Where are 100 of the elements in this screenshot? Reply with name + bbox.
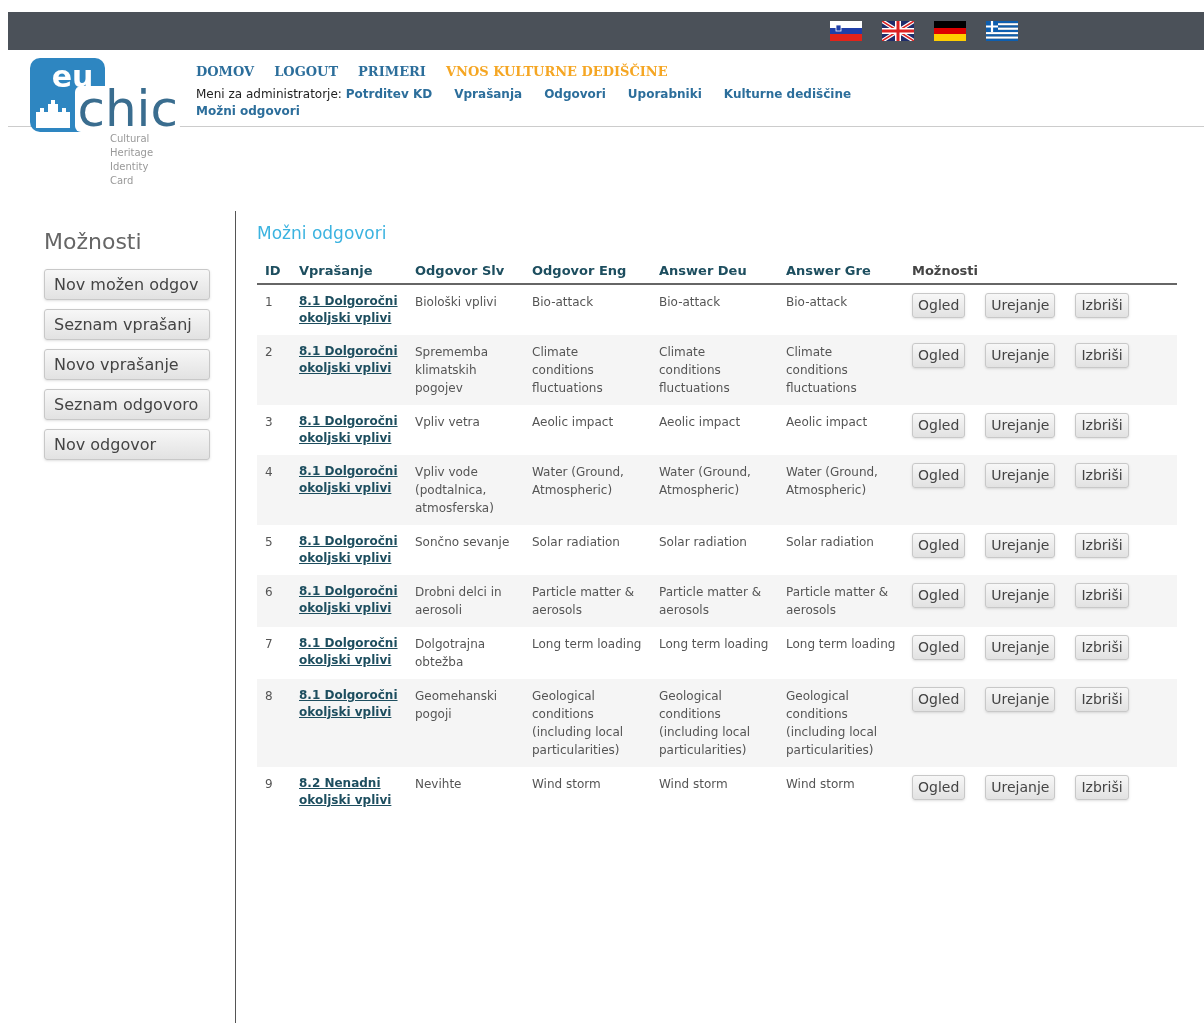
action-button[interactable]: Urejanje <box>985 342 1056 368</box>
action-button[interactable]: Urejanje <box>985 774 1056 800</box>
table-cell-text: Wind storm <box>659 775 729 793</box>
sidebar-button[interactable]: Nov možen odgov <box>44 269 210 300</box>
table-cell-text: Solar radiation <box>659 533 748 551</box>
table-cell-text: Biološki vplivi <box>415 293 498 311</box>
table-cell: 1 <box>257 283 291 335</box>
action-button[interactable]: Urejanje <box>985 582 1056 608</box>
action-button[interactable]: Urejanje <box>985 462 1056 488</box>
table-cell-text: Geomehanski pogoji <box>415 687 499 723</box>
table-cell-text: Aeolic impact <box>659 413 742 431</box>
column-header: Odgovor Eng <box>524 258 651 284</box>
admin-menu-link[interactable]: Možni odgovori <box>196 102 300 120</box>
table-cell-text: Particle matter & aerosols <box>786 583 890 619</box>
column-header: ID <box>257 258 291 284</box>
table-cell-text: Geological conditions (including local particularities) <box>786 687 879 759</box>
table-cell-text: Solar radiation <box>532 533 621 551</box>
sidebar-button[interactable]: Seznam vprašanj <box>44 309 210 340</box>
sidebar-button[interactable]: Nov odgovor <box>44 429 210 460</box>
question-link[interactable]: 8.1 Dolgoročni okoljski vplivi <box>299 462 399 497</box>
question-link[interactable]: 8.1 Dolgoročni okoljski vplivi <box>299 342 399 377</box>
action-button[interactable]: Ogled <box>912 292 966 318</box>
admin-menu-link[interactable]: Kulturne dediščine <box>723 85 852 103</box>
action-button[interactable]: Izbriši <box>1075 582 1129 608</box>
question-link[interactable]: 8.2 Nenadni okoljski vplivi <box>299 774 399 809</box>
table-cell: 9 <box>257 766 291 817</box>
action-button[interactable]: Ogled <box>912 686 966 712</box>
nav-link[interactable]: DOMOV <box>196 62 255 82</box>
table-cell-text: Climate conditions fluctuations <box>659 343 731 397</box>
action-button[interactable]: Urejanje <box>985 292 1056 318</box>
question-link[interactable]: 8.1 Dolgoročni okoljski vplivi <box>299 686 399 721</box>
column-header: Answer Gre <box>778 258 904 284</box>
admin-menu-link[interactable]: Potrditev KD <box>345 85 433 103</box>
sidebar-button[interactable]: Novo vprašanje <box>44 349 210 380</box>
table-cell-text: Aeolic impact <box>786 413 869 431</box>
table-cell: 8 <box>257 678 291 767</box>
action-button[interactable]: Izbriši <box>1075 292 1129 318</box>
table-cell-text: Long term loading <box>532 635 643 653</box>
table-cell: 5 <box>257 524 291 575</box>
nav-link[interactable]: LOGOUT <box>274 62 339 82</box>
tagline-text: Identity <box>110 160 150 174</box>
table-cell-text: Geological conditions (including local particularities) <box>659 687 752 759</box>
action-button[interactable]: Urejanje <box>985 634 1056 660</box>
question-link[interactable]: 8.1 Dolgoročni okoljski vplivi <box>299 582 399 617</box>
admin-menu-link[interactable]: Vprašanja <box>454 85 523 103</box>
action-button[interactable]: Ogled <box>912 582 966 608</box>
action-button[interactable]: Ogled <box>912 532 966 558</box>
action-button[interactable]: Izbriši <box>1075 462 1129 488</box>
page-title: Možni odgovori <box>257 222 388 245</box>
admin-menu-link[interactable]: Odgovori <box>544 85 606 103</box>
table-cell: 4 <box>257 454 291 525</box>
sidebar-button[interactable]: Seznam odgovoro <box>44 389 210 420</box>
question-link[interactable]: 8.1 Dolgoročni okoljski vplivi <box>299 634 399 669</box>
action-button[interactable]: Ogled <box>912 774 966 800</box>
table-cell-text: Solar radiation <box>786 533 875 551</box>
table-cell-text: Wind storm <box>532 775 602 793</box>
action-button[interactable]: Ogled <box>912 634 966 660</box>
table-cell-text: Geological conditions (including local particularities) <box>532 687 625 759</box>
action-button[interactable]: Ogled <box>912 462 966 488</box>
table-cell-text: Vpliv vode (podtalnica, atmosferska) <box>415 463 495 517</box>
table-cell-text: Drobni delci in aerosoli <box>415 583 503 619</box>
table-cell: 6 <box>257 574 291 627</box>
table-cell-text: Water (Ground, Atmospheric) <box>532 463 625 499</box>
table-cell-text: Vpliv vetra <box>415 413 481 431</box>
action-button[interactable]: Ogled <box>912 342 966 368</box>
table-cell-text: Long term loading <box>659 635 770 653</box>
table-cell-text: Sprememba klimatskih pogojev <box>415 343 490 397</box>
action-button[interactable]: Izbriši <box>1075 342 1129 368</box>
sidebar-title: Možnosti <box>44 228 143 256</box>
action-button[interactable]: Izbriši <box>1075 412 1129 438</box>
action-button[interactable]: Urejanje <box>985 412 1056 438</box>
tagline-text: Cultural <box>110 132 151 146</box>
table-cell-text: Dolgotrajna obtežba <box>415 635 487 671</box>
question-link[interactable]: 8.1 Dolgoročni okoljski vplivi <box>299 532 399 567</box>
tagline-text: Card <box>110 174 135 188</box>
action-button[interactable]: Izbriši <box>1075 774 1129 800</box>
table-cell-text: Long term loading <box>786 635 896 653</box>
table-cell: 2 <box>257 334 291 405</box>
question-link[interactable]: 8.1 Dolgoročni okoljski vplivi <box>299 412 399 447</box>
action-button[interactable]: Urejanje <box>985 532 1056 558</box>
action-button[interactable]: Urejanje <box>985 686 1056 712</box>
action-button[interactable]: Izbriši <box>1075 686 1129 712</box>
logo-text: chic <box>75 86 180 132</box>
action-button[interactable]: Izbriši <box>1075 532 1129 558</box>
table-cell-text: Nevihte <box>415 775 463 793</box>
action-button[interactable]: Izbriši <box>1075 634 1129 660</box>
flag-icon[interactable] <box>830 21 862 41</box>
admin-menu-link[interactable]: Uporabniki <box>627 85 702 103</box>
column-header: Answer Deu <box>651 258 778 284</box>
table-cell-text: Bio-attack <box>532 293 595 311</box>
nav-link[interactable]: PRIMERI <box>358 62 426 82</box>
column-header: Vprašanje <box>291 258 407 284</box>
flag-icon[interactable] <box>934 21 966 41</box>
action-button[interactable]: Ogled <box>912 412 966 438</box>
admin-menu-label: Meni za administratorje: <box>196 86 343 101</box>
flag-icon[interactable] <box>986 21 1018 41</box>
flag-icon[interactable] <box>882 21 914 41</box>
table-cell-text: Wind storm <box>786 775 856 793</box>
question-link[interactable]: 8.1 Dolgoročni okoljski vplivi <box>299 292 399 327</box>
tagline-text: Heritage <box>110 146 155 160</box>
